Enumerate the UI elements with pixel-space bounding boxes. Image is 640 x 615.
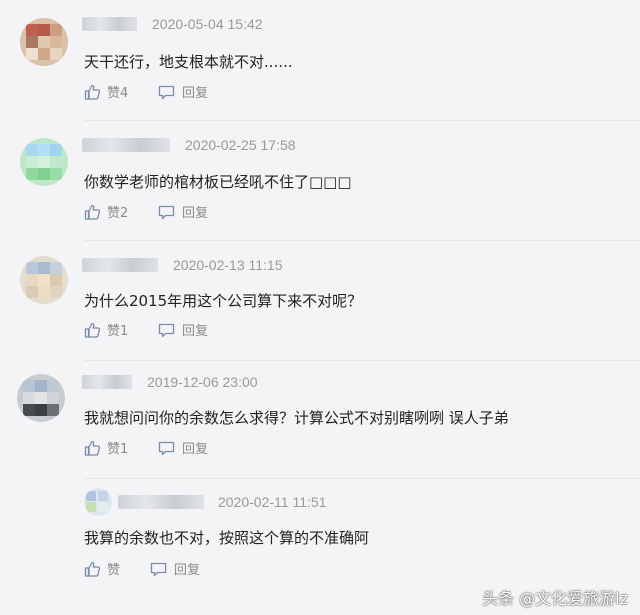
like-button[interactable]: 赞1 [84, 320, 128, 339]
comment-item: 2020-02-13 11:15 为什么2015年用这个公司算下来不对呢？ 赞1… [0, 240, 640, 360]
username[interactable] [118, 495, 204, 509]
comment-text: 你数学老师的棺材板已经吼不住了□□□ [84, 173, 352, 191]
avatar[interactable] [84, 488, 112, 516]
thumbs-up-icon [84, 440, 101, 456]
comment-time: 2020-02-25 17:58 [185, 137, 296, 153]
username[interactable] [82, 17, 137, 31]
username[interactable] [82, 375, 132, 389]
avatar[interactable] [20, 138, 68, 186]
thumbs-up-icon [84, 204, 101, 220]
comment-actions: 赞1 回复 [84, 438, 384, 457]
reply-button[interactable]: 回复 [158, 438, 208, 457]
avatar[interactable] [20, 256, 68, 304]
comment-text: 天干还行，地支根本就不对...... [84, 53, 293, 71]
reply-button[interactable]: 回复 [158, 202, 208, 221]
reply-item: 2020-02-11 11:51 我算的余数也不对，按照这个算的不准确阿 赞 回… [84, 478, 640, 578]
comment-bubble-icon [158, 204, 176, 220]
reply-actions: 赞 回复 [84, 559, 384, 578]
avatar[interactable] [17, 374, 65, 422]
comment-item: 2019-12-06 23:00 我就想问问你的余数怎么求得？计算公式不对别瞎咧… [0, 360, 640, 615]
like-button[interactable]: 赞2 [84, 202, 128, 221]
reply-label: 回复 [182, 442, 209, 457]
reply-label: 回复 [182, 206, 209, 221]
comment-actions: 赞4 回复 [84, 82, 384, 101]
like-count: 赞1 [107, 324, 129, 339]
comment-time: 2019-12-06 23:00 [147, 374, 258, 390]
username[interactable] [82, 258, 158, 272]
reply-time: 2020-02-11 11:51 [218, 494, 327, 510]
thumbs-up-icon [84, 322, 101, 338]
comment-time: 2020-02-13 11:15 [173, 257, 283, 273]
comment-text: 为什么2015年用这个公司算下来不对呢？ [84, 292, 363, 310]
like-count: 赞1 [107, 442, 129, 457]
comment-bubble-icon [158, 440, 176, 456]
reply-button[interactable]: 回复 [158, 320, 208, 339]
comment-item: 2020-02-25 17:58 你数学老师的棺材板已经吼不住了□□□ 赞2 回… [0, 120, 640, 240]
like-button[interactable]: 赞4 [84, 82, 128, 101]
comment-text: 我就想问问你的余数怎么求得？计算公式不对别瞎咧咧 误人子弟 [84, 409, 509, 427]
reply-text: 我算的余数也不对，按照这个算的不准确阿 [84, 529, 370, 547]
reply-label: 回复 [182, 86, 209, 101]
reply-button[interactable]: 回复 [158, 82, 208, 101]
comment-time: 2020-05-04 15:42 [152, 16, 263, 32]
username[interactable] [82, 138, 170, 152]
reply-label: 回复 [182, 324, 209, 339]
like-count: 赞4 [107, 86, 129, 101]
like-button[interactable]: 赞 [84, 559, 120, 578]
comment-item: 2020-05-04 15:42 天干还行，地支根本就不对...... 赞4 回… [0, 0, 640, 120]
reply-button[interactable]: 回复 [150, 559, 200, 578]
like-button[interactable]: 赞1 [84, 438, 128, 457]
avatar[interactable] [20, 18, 68, 66]
comment-bubble-icon [158, 84, 176, 100]
comment-bubble-icon [158, 322, 176, 338]
reply-label: 回复 [174, 563, 201, 578]
comment-actions: 赞2 回复 [84, 202, 384, 221]
thumbs-up-icon [84, 84, 101, 100]
like-count: 赞 [107, 563, 121, 578]
thumbs-up-icon [84, 561, 101, 577]
like-count: 赞2 [107, 206, 129, 221]
comment-actions: 赞1 回复 [84, 320, 384, 339]
comment-bubble-icon [150, 561, 168, 577]
watermark: 头条 @文化爱旅游lz [482, 589, 628, 608]
